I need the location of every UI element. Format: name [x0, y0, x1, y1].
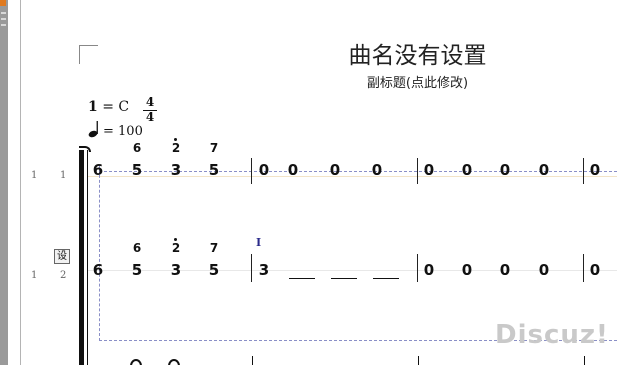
rest[interactable]: 0	[587, 261, 603, 279]
note[interactable]: 3	[168, 161, 184, 179]
duration-dash	[289, 278, 315, 279]
upper-note[interactable]: 6	[129, 141, 145, 155]
score-subtitle[interactable]: 副标题(点此修改)	[300, 72, 535, 91]
row-number-line: 2	[60, 270, 67, 281]
note[interactable]: 3	[168, 261, 184, 279]
rest[interactable]: 0	[421, 161, 437, 179]
rest[interactable]: 0	[459, 161, 475, 179]
system-bracket-thin-line	[87, 150, 88, 365]
system-bracket	[79, 150, 84, 365]
rest[interactable]: 0	[369, 161, 385, 179]
upper-note[interactable]: 2	[168, 141, 184, 155]
upper-note[interactable]: 2	[168, 241, 184, 255]
note[interactable]: 6	[90, 161, 106, 179]
duration-dash	[331, 278, 357, 279]
watermark-logo: Discuz!	[495, 320, 609, 350]
key-signature[interactable]: 1 = C	[88, 99, 129, 115]
rest[interactable]: 0	[459, 261, 475, 279]
rest[interactable]: 0	[256, 161, 272, 179]
score-title[interactable]: 曲名没有设置	[300, 36, 535, 70]
barline	[583, 158, 584, 184]
barline	[251, 158, 252, 184]
upper-note[interactable]: 7	[206, 241, 222, 255]
note[interactable]: 5	[206, 161, 222, 179]
rest[interactable]: 0	[497, 161, 513, 179]
ruler-tick	[1, 12, 6, 14]
upper-note[interactable]: 6	[129, 241, 145, 255]
next-row-partial	[88, 356, 617, 365]
row-number-page: 1	[31, 270, 38, 281]
text-cursor-icon: I	[256, 236, 262, 249]
key-number: 1	[88, 99, 98, 115]
duration-dash	[373, 278, 399, 279]
rest[interactable]: 0	[536, 261, 552, 279]
barline	[417, 254, 418, 282]
row-number-page: 1	[31, 170, 38, 181]
page-corner-mark	[79, 45, 98, 64]
rest[interactable]: 0	[327, 161, 343, 179]
barline	[583, 254, 584, 282]
note[interactable]: 5	[129, 161, 145, 179]
note[interactable]: 5	[129, 261, 145, 279]
rest[interactable]: 0	[536, 161, 552, 179]
system-bracket-hook	[79, 146, 91, 152]
upper-note[interactable]: 7	[206, 141, 222, 155]
tempo-marking[interactable]: = 100	[103, 124, 143, 139]
vertical-ruler	[0, 0, 8, 365]
lyric-settings-button[interactable]: 设	[54, 249, 70, 264]
note[interactable]: 6	[90, 261, 106, 279]
row-number-line: 1	[60, 170, 67, 181]
selection-guide-vertical	[99, 165, 100, 341]
page-left-margin	[8, 0, 21, 365]
note[interactable]: 5	[206, 261, 222, 279]
ruler-tick	[1, 18, 6, 20]
key-name: = C	[97, 99, 130, 115]
time-signature-bottom[interactable]: 4	[143, 110, 157, 124]
time-signature-top[interactable]: 4	[143, 95, 157, 109]
note[interactable]: 3	[256, 261, 272, 279]
rest[interactable]: 0	[587, 161, 603, 179]
ruler-accent-marker	[0, 0, 6, 6]
barline	[251, 254, 252, 282]
rest[interactable]: 0	[421, 261, 437, 279]
barline	[417, 158, 418, 184]
quarter-note-icon	[88, 121, 98, 138]
ruler-tick	[1, 24, 6, 26]
rest[interactable]: 0	[285, 161, 301, 179]
rest[interactable]: 0	[497, 261, 513, 279]
